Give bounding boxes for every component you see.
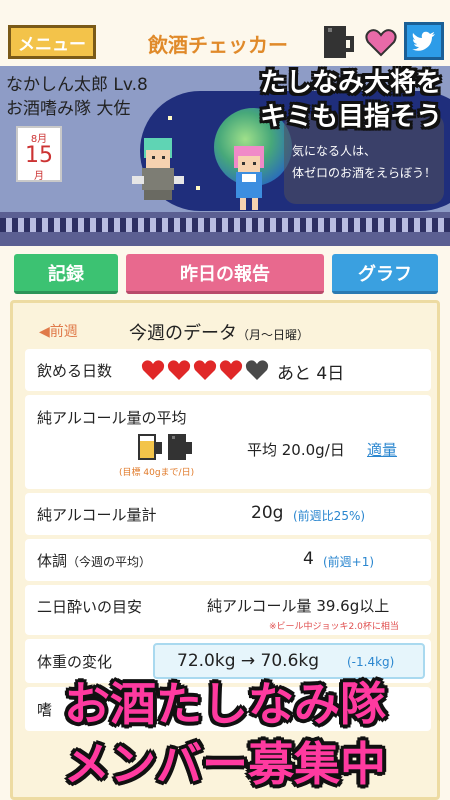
hangover-label: 二日酔いの目安 (37, 598, 143, 616)
alcohol-average-value: 平均 20.0g/日 (247, 441, 345, 459)
star-decoration (168, 116, 172, 120)
calendar-weekday: 月 (34, 171, 44, 182)
promo-caption-bottom: お酒たしなみ隊 メンバー募集中 (0, 674, 450, 794)
promo-bottom-line-2: メンバー募集中 (64, 737, 386, 791)
main-tabs: 記録 昨日の報告 グラフ (0, 254, 450, 294)
tip-line-2: 体ゼロのお酒をえらぼう！ (292, 166, 437, 180)
character-green-hair (132, 138, 184, 200)
condition-card: 体調（今週の平均） 4 (前週+1) (25, 539, 431, 581)
week-subtitle: （月～日曜） (237, 328, 310, 342)
heart-filled-icon (193, 360, 217, 380)
promo-caption-line-2: キミも目指そう (259, 102, 442, 132)
week-title-text: 今週のデータ (129, 323, 237, 344)
app-header: メニュー 飲酒チェッカー (0, 0, 450, 66)
hangover-value: 純アルコール量 39.6g以上 (207, 597, 390, 615)
alcohol-total-value: 20g (251, 503, 284, 523)
drinkable-days-label: 飲める日数 (37, 362, 113, 380)
alcohol-total-label: 純アルコール量計 (37, 506, 157, 524)
alcohol-total-compare: (前週比25%) (293, 509, 366, 523)
weight-change-value: 72.0kg → 70.6kg (177, 651, 320, 671)
beer-mug-icon[interactable] (322, 24, 356, 60)
condition-value: 4 (303, 549, 314, 569)
app-title: 飲酒チェッカー (148, 33, 288, 57)
promo-caption-line-1: たしなみ大将を (259, 68, 442, 98)
prev-week-link[interactable]: ◀前週 (39, 321, 78, 341)
beer-empty-icon (168, 434, 192, 460)
week-header: ◀前週 今週のデータ（月～日曜） (13, 311, 437, 345)
tip-line-1: 気になる人は、 (292, 144, 377, 158)
tab-report[interactable]: 昨日の報告 (126, 254, 324, 294)
condition-compare: (前週+1) (323, 555, 375, 569)
heart-filled-icon (219, 360, 243, 380)
alcohol-total-card: 純アルコール量計 20g (前週比25%) (25, 493, 431, 535)
condition-label-sub: （今週の平均） (67, 555, 152, 569)
menu-button[interactable]: メニュー (8, 25, 96, 59)
alcohol-goal-note: (目標 40gまで/日) (119, 468, 195, 478)
tab-graph[interactable]: グラフ (332, 254, 438, 294)
border-stripe (0, 218, 450, 232)
hangover-card: 二日酔いの目安 純アルコール量 39.6g以上 ※ビール中ジョッキ2.0杯に相当 (25, 585, 431, 635)
week-title: 今週のデータ（月～日曜） (129, 319, 309, 345)
moderate-amount-link[interactable]: 適量 (367, 439, 397, 460)
weight-label: 体重の変化 (37, 653, 113, 671)
promo-caption-top: たしなみ大将を キミも目指そう (260, 66, 442, 134)
alcohol-average-card: 純アルコール量の平均 (目標 40gまで/日) 平均 20.0g/日 適量 (25, 395, 431, 489)
status-banner: なかしん太郎 Lv.8 お酒嗜み隊 大佐 8月 15 月 気になる人は、 体ゼロ… (0, 66, 450, 246)
hearts-meter (141, 359, 269, 381)
calendar-icon: 8月 15 月 (16, 126, 62, 182)
condition-label-text: 体調 (37, 552, 68, 570)
drinkable-days-remaining: あと 4日 (277, 364, 345, 384)
beer-full-icon (138, 434, 162, 460)
heart-empty-icon (245, 360, 269, 380)
heart-icon[interactable] (365, 27, 397, 57)
star-decoration (196, 186, 200, 190)
alcohol-average-label: 純アルコール量の平均 (37, 409, 187, 427)
weight-change-compare: (-1.4kg) (347, 655, 395, 669)
user-name: なかしん太郎 Lv.8 (6, 75, 148, 95)
tab-record[interactable]: 記録 (14, 254, 118, 294)
condition-label: 体調（今週の平均） (37, 550, 151, 571)
user-rank: お酒嗜み隊 大佐 (6, 99, 131, 119)
twitter-icon (412, 31, 435, 51)
drinkable-days-card: 飲める日数 あと 4日 (25, 349, 431, 391)
twitter-button[interactable] (404, 22, 444, 60)
heart-filled-icon (167, 360, 191, 380)
calendar-day: 15 (25, 143, 53, 168)
character-pink-hair (234, 146, 264, 210)
hangover-note: ※ビール中ジョッキ2.0杯に相当 (269, 622, 399, 632)
heart-filled-icon (141, 360, 165, 380)
promo-bottom-line-1: お酒たしなみ隊 (64, 677, 386, 731)
